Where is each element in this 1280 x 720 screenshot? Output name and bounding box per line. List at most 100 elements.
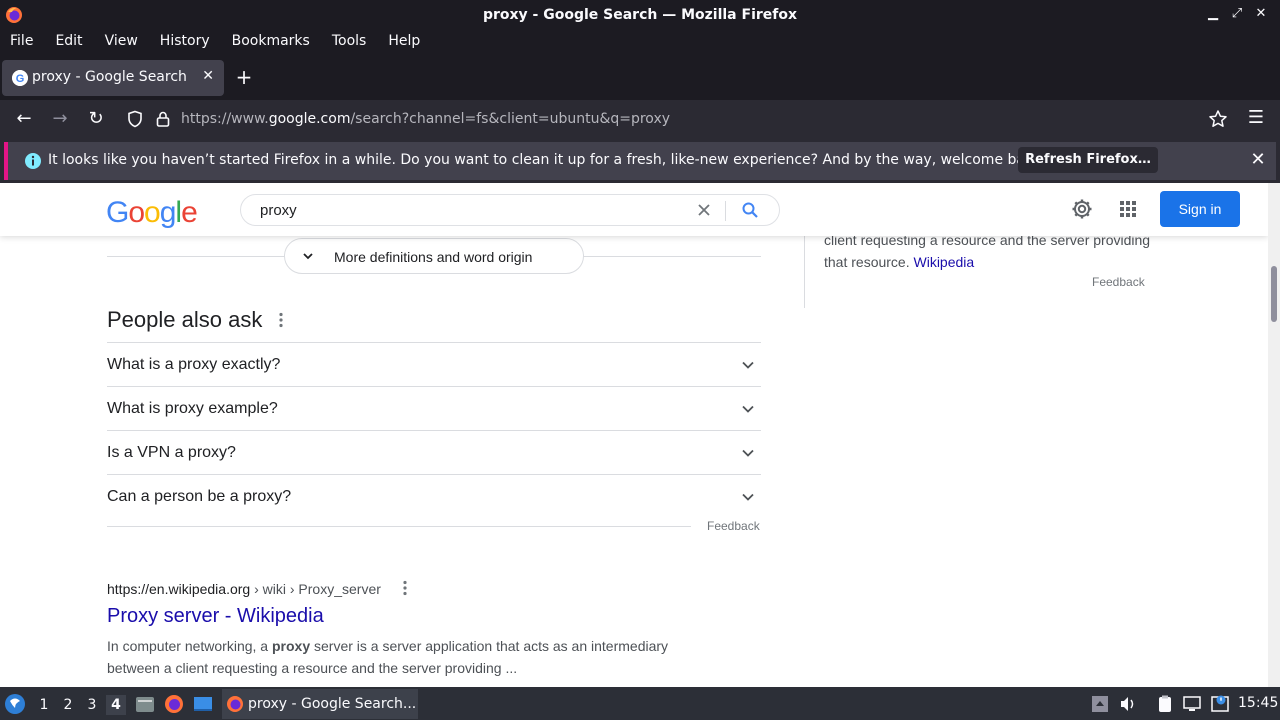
lock-icon[interactable] bbox=[154, 110, 172, 128]
knowledge-panel-description: client requesting a resource and the ser… bbox=[824, 232, 1151, 270]
google-logo[interactable]: Google bbox=[106, 196, 198, 230]
page-scrollbar[interactable] bbox=[1268, 183, 1280, 687]
close-window-icon[interactable]: ✕ bbox=[1252, 5, 1270, 23]
show-desktop-icon[interactable] bbox=[192, 693, 214, 715]
paa-feedback-link[interactable]: Feedback bbox=[707, 519, 760, 533]
wikipedia-link[interactable]: Wikipedia bbox=[914, 254, 975, 270]
reload-icon[interactable]: ↻ bbox=[85, 108, 107, 130]
workspace-1[interactable]: 1 bbox=[34, 695, 54, 715]
display-icon[interactable] bbox=[1182, 694, 1202, 714]
tab-google-search[interactable]: G proxy - Google Search ✕ bbox=[2, 60, 224, 96]
page-content: Google proxy Sign in More definitions an… bbox=[0, 183, 1268, 687]
result-cite-host: https://en.wikipedia.org bbox=[107, 581, 251, 597]
file-manager-icon[interactable] bbox=[134, 693, 156, 715]
tracking-shield-icon[interactable] bbox=[126, 110, 144, 128]
new-tab-icon[interactable]: + bbox=[232, 66, 256, 90]
url-path: /search?channel=fs&client=ubuntu&q=proxy bbox=[350, 111, 671, 127]
svg-text:G: G bbox=[16, 73, 25, 85]
google-favicon-icon: G bbox=[12, 70, 28, 86]
url-bar[interactable]: https://www.google.com/search?channel=fs… bbox=[120, 104, 1236, 134]
notification-message: It looks like you haven’t started Firefo… bbox=[48, 152, 1047, 168]
clear-search-icon[interactable] bbox=[695, 201, 713, 219]
info-icon bbox=[25, 153, 41, 169]
search-box[interactable]: proxy bbox=[240, 194, 780, 226]
scrollbar-thumb[interactable] bbox=[1271, 266, 1277, 322]
logo-letter: o bbox=[144, 196, 161, 229]
taskbar-firefox-task[interactable]: proxy - Google Search... bbox=[222, 689, 418, 719]
refresh-notification-bar: It looks like you haven’t started Firefo… bbox=[0, 138, 1280, 183]
knowledge-panel-feedback-link[interactable]: Feedback bbox=[1092, 275, 1145, 289]
paa-question-text: What is a proxy exactly? bbox=[107, 356, 281, 373]
firefox-launcher-icon[interactable] bbox=[163, 693, 185, 715]
workspace-2[interactable]: 2 bbox=[58, 695, 78, 715]
paa-question[interactable]: Is a VPN a proxy? bbox=[107, 430, 761, 474]
window-controls: ▁ ⤢ ✕ bbox=[1204, 5, 1270, 23]
tab-close-icon[interactable]: ✕ bbox=[202, 68, 214, 84]
logo-letter: e bbox=[181, 196, 198, 229]
result-snippet: In computer networking, a proxy server i… bbox=[107, 635, 707, 679]
workspace-4[interactable]: 4 bbox=[106, 695, 126, 715]
menu-edit[interactable]: Edit bbox=[55, 30, 82, 54]
navigation-toolbar: ← → ↻ https://www.google.com/search?chan… bbox=[0, 100, 1280, 138]
result-options-icon[interactable] bbox=[396, 579, 414, 597]
window-title: proxy - Google Search — Mozilla Firefox bbox=[482, 7, 798, 23]
back-icon[interactable]: ← bbox=[13, 108, 35, 130]
firefox-task-icon bbox=[227, 696, 243, 712]
logo-letter: G bbox=[106, 196, 129, 229]
result-cite-path: › wiki › Proxy_server bbox=[250, 581, 381, 597]
settings-gear-icon[interactable] bbox=[1070, 197, 1094, 221]
tab-label: proxy - Google Search bbox=[32, 69, 187, 85]
notification-icon[interactable] bbox=[1210, 694, 1230, 714]
taskbar: 1 2 3 4 proxy - Google Search... 15:45 bbox=[0, 687, 1280, 720]
search-icon[interactable] bbox=[741, 201, 759, 219]
logo-letter: g bbox=[159, 196, 177, 229]
google-apps-icon[interactable] bbox=[1116, 197, 1140, 221]
result-cite[interactable]: https://en.wikipedia.org › wiki › Proxy_… bbox=[107, 581, 381, 597]
forward-icon[interactable]: → bbox=[49, 108, 71, 130]
start-menu-icon[interactable] bbox=[4, 693, 26, 715]
more-definitions-button[interactable]: More definitions and word origin bbox=[284, 238, 584, 274]
sign-in-button[interactable]: Sign in bbox=[1160, 191, 1240, 227]
workspace-3[interactable]: 3 bbox=[82, 695, 102, 715]
window-titlebar: proxy - Google Search — Mozilla Firefox … bbox=[0, 0, 1280, 30]
menu-file[interactable]: File bbox=[10, 30, 33, 54]
url-text[interactable]: https://www.google.com/search?channel=fs… bbox=[181, 111, 670, 127]
menu-history[interactable]: History bbox=[160, 30, 210, 54]
menubar: File Edit View History Bookmarks Tools H… bbox=[0, 30, 1280, 54]
menu-bookmarks[interactable]: Bookmarks bbox=[232, 30, 310, 54]
maximize-icon[interactable]: ⤢ bbox=[1228, 5, 1246, 23]
menu-view[interactable]: View bbox=[105, 30, 138, 54]
app-menu-icon[interactable]: ☰ bbox=[1246, 108, 1266, 128]
paa-question[interactable]: What is proxy example? bbox=[107, 386, 761, 430]
people-also-ask-heading: People also ask bbox=[107, 307, 263, 332]
paa-question-text: Is a VPN a proxy? bbox=[107, 444, 236, 461]
paa-question[interactable]: Can a person be a proxy? bbox=[107, 474, 761, 518]
more-definitions-label: More definitions and word origin bbox=[334, 249, 533, 265]
more-options-icon[interactable] bbox=[272, 311, 290, 329]
chevron-down-icon bbox=[742, 449, 754, 457]
tray-up-arrow-icon[interactable] bbox=[1090, 694, 1110, 714]
refresh-firefox-button[interactable]: Refresh Firefox… bbox=[1018, 147, 1158, 173]
paa-question[interactable]: What is a proxy exactly? bbox=[107, 342, 761, 386]
bookmark-star-icon[interactable] bbox=[1208, 109, 1228, 129]
minimize-icon[interactable]: ▁ bbox=[1204, 5, 1222, 23]
google-header: Google proxy Sign in bbox=[0, 183, 1268, 236]
paa-question-text: What is proxy example? bbox=[107, 400, 278, 417]
chevron-down-icon bbox=[742, 361, 754, 369]
chevron-down-icon bbox=[742, 405, 754, 413]
task-label: proxy - Google Search... bbox=[248, 696, 417, 712]
search-input[interactable]: proxy bbox=[260, 202, 297, 219]
menu-tools[interactable]: Tools bbox=[332, 30, 367, 54]
logo-letter: o bbox=[128, 196, 145, 229]
snippet-text: In computer networking, a bbox=[107, 638, 272, 654]
clipboard-icon[interactable] bbox=[1155, 694, 1175, 714]
close-notification-icon[interactable]: ✕ bbox=[1248, 150, 1268, 170]
menu-help[interactable]: Help bbox=[388, 30, 420, 54]
search-divider bbox=[725, 201, 726, 221]
tab-strip: G proxy - Google Search ✕ + bbox=[0, 54, 1280, 100]
url-prefix: https://www. bbox=[181, 111, 269, 127]
knowledge-panel-divider bbox=[804, 236, 805, 308]
result-title-link[interactable]: Proxy server - Wikipedia bbox=[107, 605, 324, 628]
volume-icon[interactable] bbox=[1118, 694, 1138, 714]
paa-bottom-divider bbox=[107, 526, 691, 527]
